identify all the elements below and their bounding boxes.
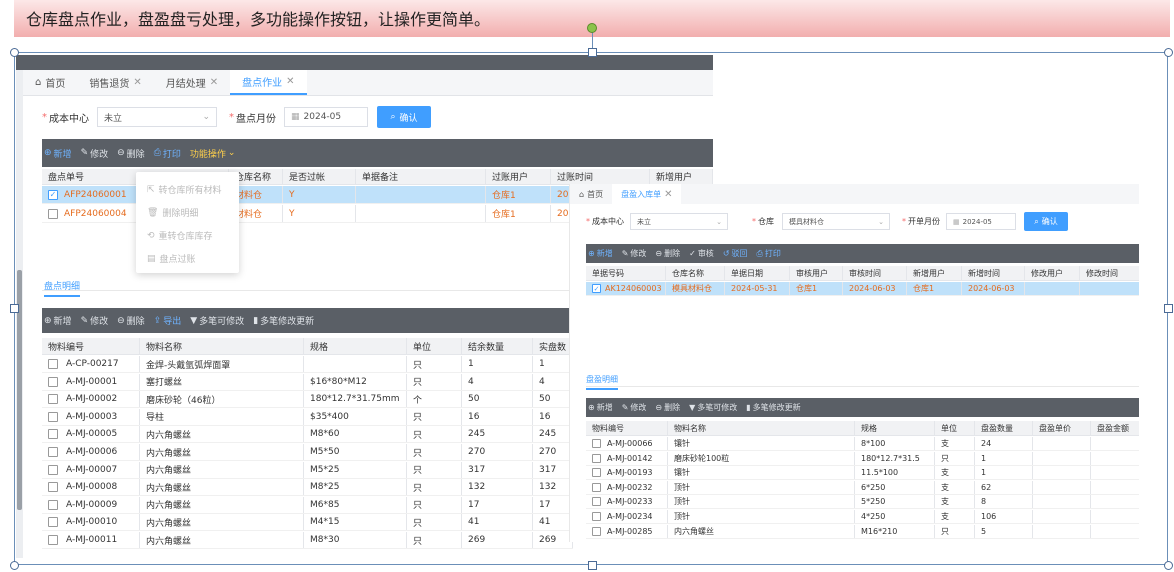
trash-icon: 🗑 — [147, 207, 159, 218]
refresh-icon: ⟲ — [147, 230, 155, 241]
resize-handle-top[interactable] — [588, 48, 597, 57]
menu-item-transfer-materials[interactable]: ⇱ 转仓库所有材料 — [136, 178, 239, 201]
resize-handle-bottom[interactable] — [588, 561, 597, 570]
share-icon: ⇱ — [147, 184, 155, 195]
document-icon: ▤ — [147, 253, 156, 264]
resize-handle-bottom-left[interactable] — [10, 561, 19, 570]
menu-item-post-count[interactable]: ▤ 盘点过账 — [136, 247, 239, 270]
menu-item-delete-details[interactable]: 🗑 删除明细 — [136, 201, 239, 224]
rotation-handle[interactable] — [587, 23, 597, 33]
menu-item-label: 盘点过账 — [159, 255, 196, 265]
resize-handle-left[interactable] — [10, 304, 19, 313]
resize-handle-top-right[interactable] — [1164, 48, 1173, 57]
caption-text: 仓库盘点作业，盘盈盘亏处理，多功能操作按钮，让操作更简单。 — [26, 10, 491, 29]
selection-frame — [14, 52, 1168, 565]
menu-item-label: 重转仓库库存 — [158, 232, 213, 242]
menu-item-label: 删除明细 — [162, 209, 199, 219]
resize-handle-right[interactable] — [1164, 304, 1173, 313]
resize-handle-bottom-right[interactable] — [1164, 561, 1173, 570]
menu-item-retransfer-stock[interactable]: ⟲ 重转仓库库存 — [136, 224, 239, 247]
menu-item-label: 转仓库所有材料 — [158, 186, 222, 196]
resize-handle-top-left[interactable] — [10, 48, 19, 57]
function-dropdown-menu: ⇱ 转仓库所有材料 🗑 删除明细 ⟲ 重转仓库库存 ▤ 盘点过账 — [136, 172, 239, 273]
